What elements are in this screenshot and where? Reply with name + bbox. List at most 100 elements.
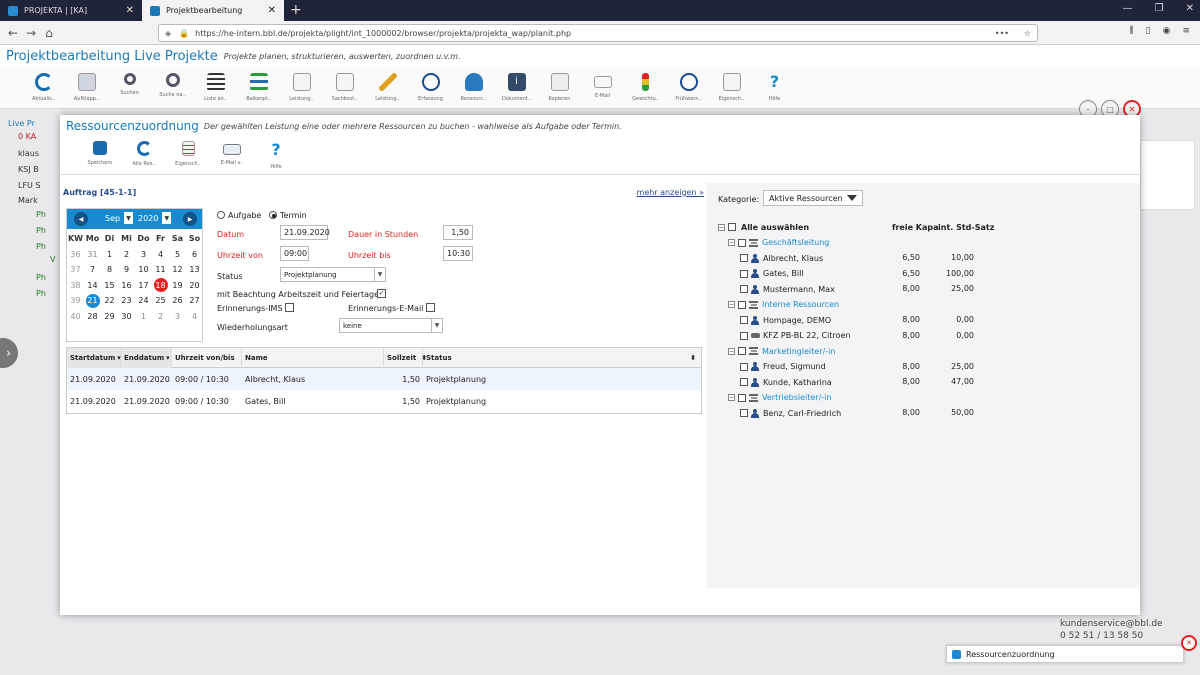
calendar-day[interactable]: 12 xyxy=(169,262,186,278)
search-by-button[interactable]: Suche na.. xyxy=(151,67,194,108)
calendar-day[interactable]: 2 xyxy=(118,247,135,263)
calendar-day[interactable]: 1 xyxy=(135,309,152,325)
resource-checkbox[interactable] xyxy=(740,378,748,386)
refresh-button[interactable]: Aktualis.. xyxy=(22,67,65,108)
ressourcen-button[interactable]: Ressourc.. xyxy=(452,67,495,108)
calendar-day[interactable]: 2 xyxy=(152,309,169,325)
calendar-day[interactable]: 30 xyxy=(118,309,135,325)
email-send-button[interactable]: E-Mail v.. xyxy=(210,133,254,174)
close-tab-icon[interactable]: ✕ xyxy=(126,5,134,16)
wiederholungsart-select[interactable]: keine ▼ xyxy=(339,318,443,333)
datum-field[interactable]: 21.09.2020 xyxy=(280,225,330,240)
resource-checkbox[interactable] xyxy=(740,285,748,293)
calendar-day[interactable]: 4 xyxy=(186,309,203,325)
list-button[interactable]: Liste an.. xyxy=(194,67,237,108)
calendar-day[interactable]: 8 xyxy=(101,262,118,278)
uhrzeit-von-field[interactable]: 09:00 xyxy=(280,246,309,261)
table-row[interactable]: 21.09.2020 21.09.2020 09:00 / 10:30 Gate… xyxy=(67,390,701,412)
expand-button[interactable]: Aufklapp.. xyxy=(65,67,108,108)
group-checkbox[interactable] xyxy=(738,238,746,247)
tree-item[interactable]: 0 KA xyxy=(18,132,36,141)
close-window-icon[interactable]: ✕ xyxy=(1186,3,1194,14)
calendar-day[interactable]: 10 xyxy=(135,262,152,278)
select-all-checkbox[interactable] xyxy=(728,223,736,231)
tree-item[interactable]: Ph xyxy=(36,289,46,298)
calendar-day[interactable]: 3 xyxy=(169,309,186,325)
save-button[interactable]: Speichern xyxy=(78,133,122,174)
group-checkbox[interactable] xyxy=(738,393,746,402)
kategorie-select[interactable]: Aktive Ressourcen xyxy=(763,190,863,206)
calendar-day[interactable]: 13 xyxy=(186,262,203,278)
edit-leistung-button[interactable]: Leistung.. xyxy=(366,67,409,108)
resource-checkbox[interactable] xyxy=(740,362,748,371)
search-button[interactable]: Suchen xyxy=(108,67,151,108)
address-bar[interactable]: ◈ 🔒 https://he-intern.bbl.de/projekta/pl… xyxy=(158,24,1038,42)
calendar-day[interactable]: 14 xyxy=(84,278,101,294)
calendar-day[interactable]: 1 xyxy=(101,247,118,263)
resource-checkbox[interactable] xyxy=(740,316,748,324)
radio-termin[interactable]: Termin xyxy=(269,211,307,220)
prev-month-icon[interactable]: ◀ xyxy=(74,212,88,226)
column-uhrzeit[interactable]: Uhrzeit von/bis xyxy=(172,348,242,368)
resource-row[interactable]: Hompage, DEMO xyxy=(740,314,831,326)
calendar-day[interactable]: 24 xyxy=(135,293,152,309)
tree-item[interactable]: KSJ B xyxy=(18,165,39,174)
minimize-window-icon[interactable]: — xyxy=(1123,3,1133,14)
tree-item[interactable]: V xyxy=(50,255,55,264)
properties-button[interactable]: Eigensch.. xyxy=(166,133,210,174)
collapse-icon[interactable]: − xyxy=(728,347,735,355)
menu-icon[interactable]: ≡ xyxy=(1182,26,1190,36)
fruehwarnung-button[interactable]: Frühwarn.. xyxy=(667,67,710,108)
hilfe-button[interactable]: ? Hilfe xyxy=(753,67,796,108)
calendar-day[interactable]: 25 xyxy=(152,293,169,309)
dokumente-button[interactable]: i Dokument.. xyxy=(495,67,538,108)
calendar-day[interactable]: 4 xyxy=(152,247,169,263)
uhrzeit-bis-field[interactable]: 10:30 xyxy=(443,246,473,261)
close-minimized-window-button[interactable]: ✕ xyxy=(1181,635,1197,651)
calendar-day[interactable]: 22 xyxy=(101,293,118,309)
column-status[interactable]: Status ⬍ xyxy=(423,348,701,368)
next-month-icon[interactable]: ▶ xyxy=(183,212,197,226)
email-button[interactable]: E-Mail xyxy=(581,67,624,108)
erinnerungs-email-checkbox[interactable] xyxy=(426,303,435,312)
calendar-day[interactable]: 26 xyxy=(169,293,186,309)
kopieren-button[interactable]: Kopieren xyxy=(538,67,581,108)
calendar-day[interactable]: 23 xyxy=(118,293,135,309)
tree-item[interactable]: Ph xyxy=(36,273,46,282)
resource-group-row[interactable]: − Marketingleiter/-in xyxy=(728,345,835,357)
minimized-window-ressourcenzuordnung[interactable]: Ressourcenzuordnung xyxy=(946,645,1184,663)
resource-row[interactable]: Albrecht, Klaus xyxy=(740,252,823,264)
tree-item[interactable]: Ph xyxy=(36,242,46,251)
add-leistung-button[interactable]: Leistung.. xyxy=(280,67,323,108)
resource-row[interactable]: Freud, Sigmund xyxy=(740,361,826,373)
help-button[interactable]: ? Hilfe xyxy=(254,133,298,174)
calendar-day[interactable]: 28 xyxy=(84,309,101,325)
group-checkbox[interactable] xyxy=(738,347,746,355)
more-link[interactable]: mehr anzeigen » xyxy=(637,188,704,197)
erfassung-button[interactable]: Erfassung xyxy=(409,67,452,108)
tree-item[interactable]: Ph xyxy=(36,210,46,219)
select-all-row[interactable]: − Alle auswählen xyxy=(718,221,809,233)
collapse-icon[interactable]: − xyxy=(728,239,735,246)
collapse-icon[interactable]: − xyxy=(718,223,725,231)
calendar-day[interactable]: 15 xyxy=(101,278,118,294)
sachkosten-button[interactable]: Sachkost.. xyxy=(323,67,366,108)
resource-row[interactable]: KFZ PB-BL 22, Citroen xyxy=(740,330,850,342)
calendar-day[interactable]: 7 xyxy=(84,262,101,278)
resource-row[interactable]: Benz, Carl-Friedrich xyxy=(740,407,841,419)
back-icon[interactable]: ← xyxy=(4,26,22,40)
resource-checkbox[interactable] xyxy=(740,269,748,278)
all-resources-button[interactable]: Alle Res.. xyxy=(122,133,166,174)
sidebar-icon[interactable]: ▯ xyxy=(1146,26,1151,36)
account-icon[interactable]: ◉ xyxy=(1163,26,1171,36)
calendar-day[interactable]: 20 xyxy=(186,278,203,294)
calendar-day[interactable]: 3 xyxy=(135,247,152,263)
gantt-button[interactable]: Balkenpl.. xyxy=(237,67,280,108)
collapse-icon[interactable]: − xyxy=(728,301,735,308)
calendar-day[interactable]: 18 xyxy=(152,278,169,294)
calendar-day[interactable]: 31 xyxy=(84,247,101,263)
calendar-day[interactable]: 5 xyxy=(169,247,186,263)
page-actions-icon[interactable]: ••• xyxy=(995,29,1009,38)
calendar-day[interactable]: 6 xyxy=(186,247,203,263)
column-enddatum[interactable]: Enddatum ▾ xyxy=(121,348,172,368)
